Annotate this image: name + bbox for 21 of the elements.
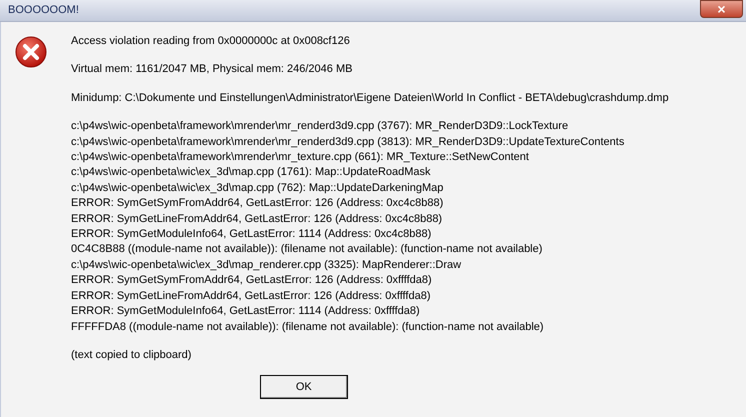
message-line: Virtual mem: 1161/2047 MB, Physical mem: 246/2046 MB — [71, 62, 354, 78]
message-line: FFFFFDA8 ((module-name not available)): (filename not available): (function-name not available) — [71, 320, 545, 334]
message-line: (text copied to clipboard) — [71, 348, 192, 363]
message-line: c:\p4ws\wic-openbeta\framework\mrender\mr_renderd3d9.cpp (3767): MR_RenderD3D9::LockTexture — [71, 119, 570, 134]
message-line: c:\p4ws\wic-openbeta\wic\ex_3d\map_renderer.cpp (3325): MapRenderer::Draw — [71, 258, 462, 273]
message-line: ERROR: SymGetModuleInfo64, GetLastError: 1114 (Address: 0xc4c8b88) — [71, 227, 432, 242]
ok-button[interactable]: OK — [260, 375, 348, 400]
error-icon — [15, 36, 47, 68]
message-line: ERROR: SymGetLineFromAddr64, GetLastError: 126 (Address: 0xc4c8b88) — [71, 212, 444, 227]
message-line: ERROR: SymGetSymFromAddr64, GetLastError: 126 (Address: 0xffffda8) — [71, 273, 433, 288]
message-line: Minidump: C:\Dokumente und Einstellungen\Administrator\Eigene Dateien\World In Conflict - BETA\debug\crashdump.dmp — [71, 90, 669, 106]
message-line: ERROR: SymGetLineFromAddr64, GetLastError: 126 (Address: 0xffffda8) — [71, 288, 432, 304]
message-line: ERROR: SymGetModuleInfo64, GetLastError: 1114 (Address: 0xffffda8) — [71, 304, 421, 320]
message-line: c:\p4ws\wic-openbeta\framework\mrender\mr_texture.cpp (661): MR_Texture::SetNewContent — [71, 150, 530, 166]
message-line: c:\p4ws\wic-openbeta\wic\ex_3d\map.cpp (762): Map::UpdateDarkeningMap — [71, 180, 444, 196]
window-title: BOOOOOOM! — [8, 3, 79, 18]
message-line: ERROR: SymGetSymFromAddr64, GetLastError: 126 (Address: 0xc4c8b88) — [71, 196, 444, 212]
message-line: c:\p4ws\wic-openbeta\wic\ex_3d\map.cpp (1761): Map::UpdateRoadMask — [71, 165, 432, 180]
message-line: 0C4C8B88 ((module-name not available)): (filename not available): (function-name not available) — [71, 242, 544, 258]
message-line: Access violation reading from 0x0000000c at 0x008cf126 — [71, 34, 351, 49]
message-line: c:\p4ws\wic-openbeta\framework\mrender\mr_renderd3d9.cpp (3813): MR_RenderD3D9::UpdateTextureContents — [71, 134, 626, 150]
